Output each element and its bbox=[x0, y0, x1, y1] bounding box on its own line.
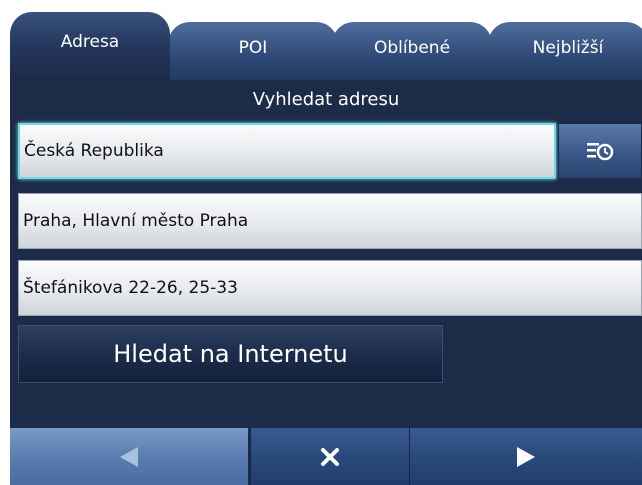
history-clock-icon bbox=[587, 143, 614, 161]
back-button[interactable] bbox=[10, 428, 248, 485]
close-icon bbox=[321, 447, 339, 466]
search-internet-label: Hledat na Internetu bbox=[113, 340, 348, 368]
country-field-value: Česká Republika bbox=[24, 141, 164, 161]
tab-address-label: Adresa bbox=[60, 32, 120, 52]
page-title: Vyhledat adresu bbox=[252, 89, 400, 110]
tab-nearest[interactable]: Nejbližší bbox=[488, 22, 642, 80]
street-field-value: Štefánikova 22-26, 25-33 bbox=[23, 278, 238, 298]
next-button[interactable] bbox=[410, 428, 642, 485]
close-button[interactable] bbox=[250, 428, 410, 485]
city-field-value: Praha, Hlavní město Praha bbox=[23, 211, 249, 231]
tab-address[interactable]: Adresa bbox=[10, 12, 170, 80]
tab-favorites[interactable]: Oblíbené bbox=[332, 22, 492, 80]
tab-favorites-label: Oblíbené bbox=[373, 38, 451, 58]
bottom-toolbar bbox=[10, 428, 642, 485]
country-field[interactable]: Česká Republika bbox=[18, 123, 556, 179]
tab-bar: POI Oblíbené Nejbližší Adresa bbox=[10, 10, 642, 80]
search-internet-button[interactable]: Hledat na Internetu bbox=[18, 325, 443, 383]
back-arrow-icon bbox=[120, 446, 138, 467]
app-window: POI Oblíbené Nejbližší Adresa Vyhledat a… bbox=[10, 10, 642, 485]
street-field[interactable]: Štefánikova 22-26, 25-33 bbox=[18, 260, 642, 316]
city-field[interactable]: Praha, Hlavní město Praha bbox=[18, 193, 642, 249]
history-button[interactable] bbox=[558, 123, 642, 179]
next-arrow-icon bbox=[517, 446, 535, 467]
tab-poi-label: POI bbox=[238, 38, 268, 58]
tab-poi[interactable]: POI bbox=[168, 22, 338, 80]
tab-nearest-label: Nejbližší bbox=[532, 38, 604, 58]
